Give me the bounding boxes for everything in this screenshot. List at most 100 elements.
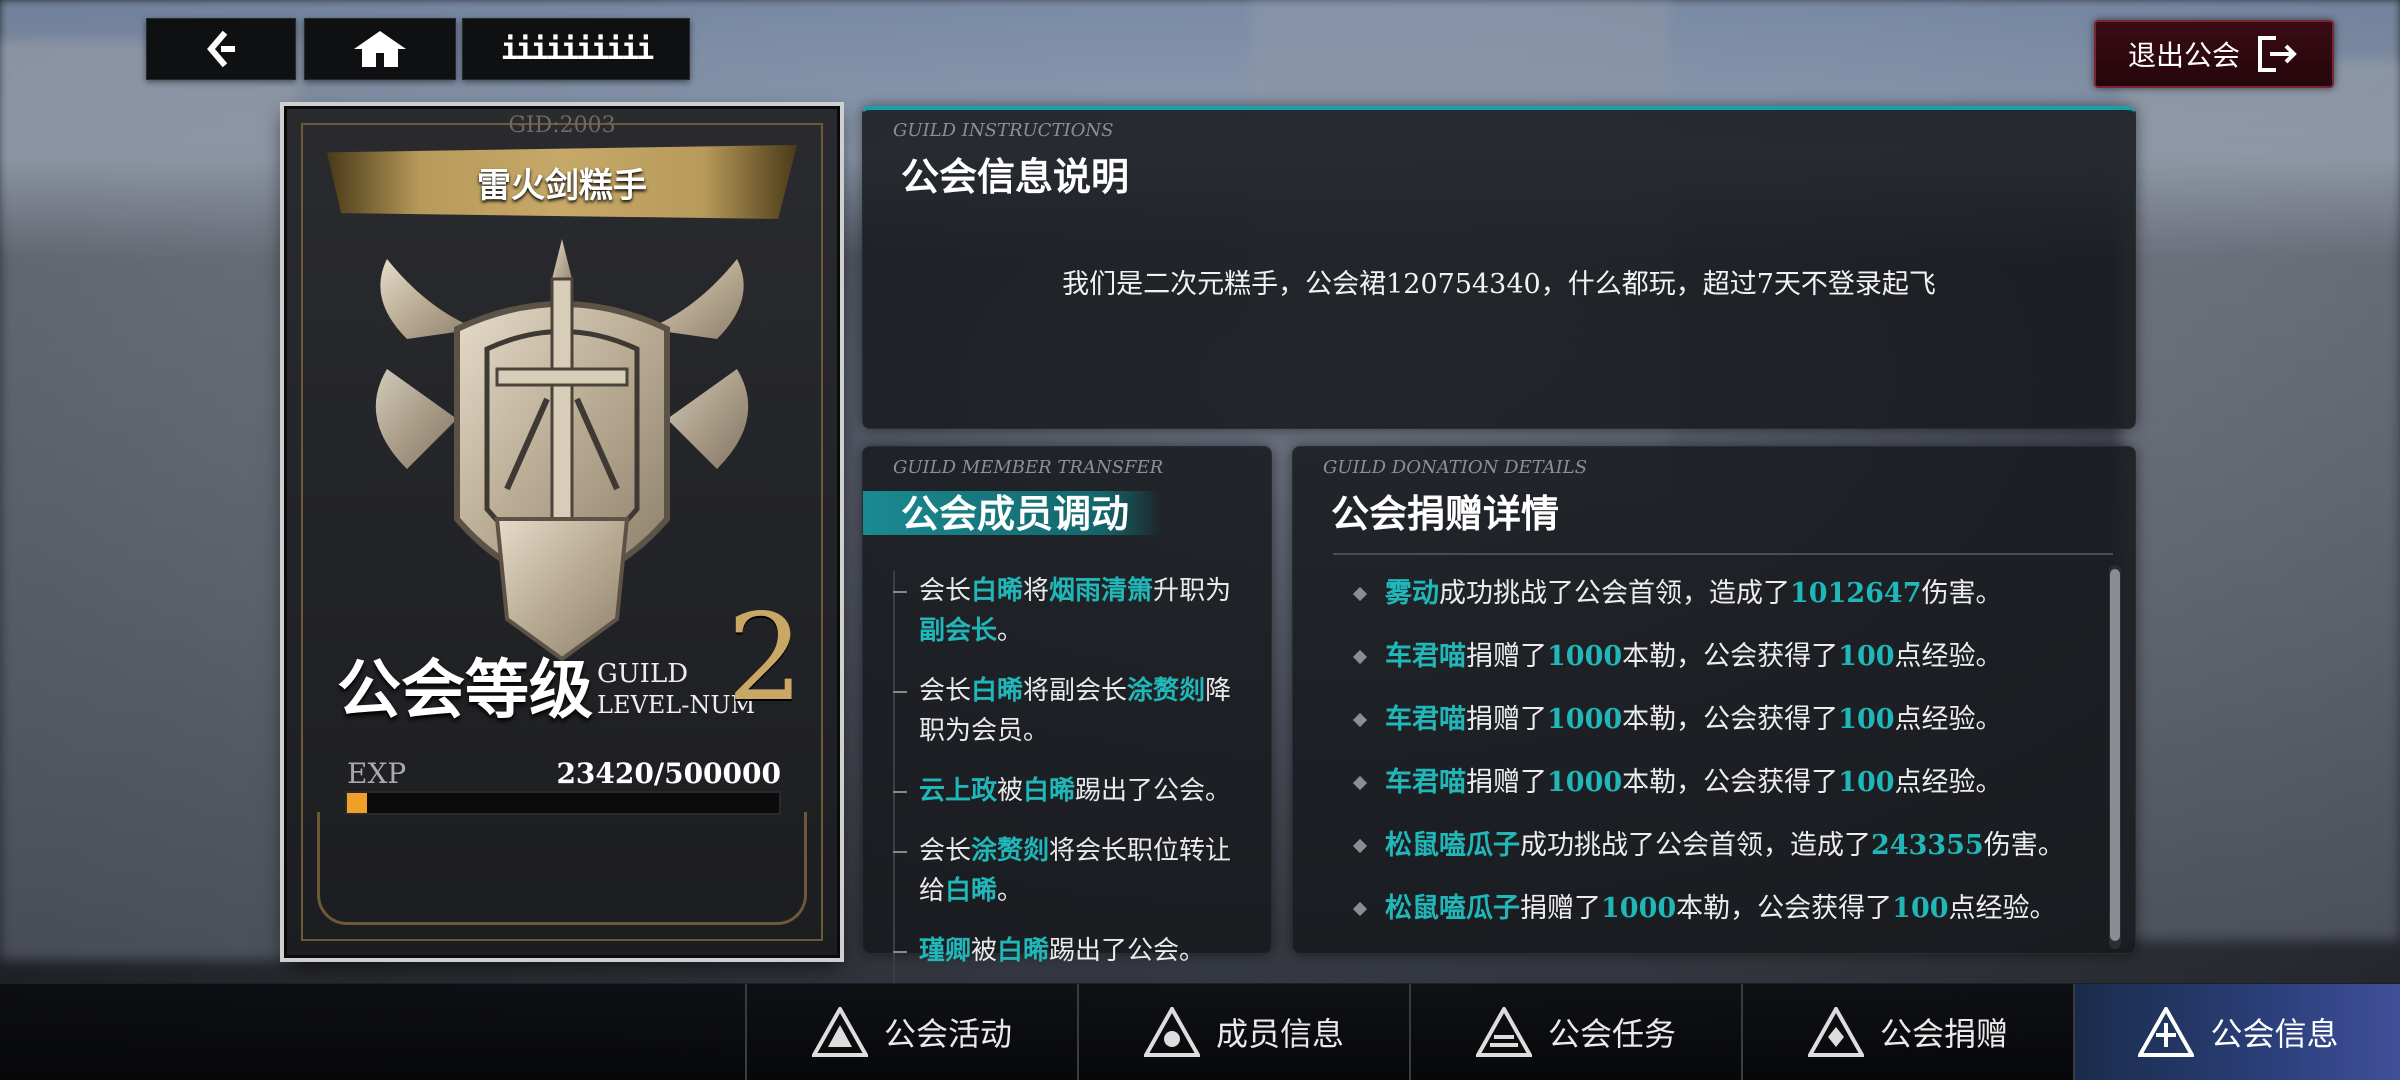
log-text: 捐赠了 [1466,641,1547,672]
highlight-text: 车君喵 [1385,767,1466,798]
level-label-en: GUILD [597,659,689,689]
member-transfer-panel: GUILD MEMBER TRANSFER 公会成员调动 会长白晞将烟雨清箫升职… [862,446,1272,991]
tab-guild-donation[interactable]: 公会捐赠 [1741,984,2073,1080]
exp-progress-fill [347,793,368,813]
log-text: 会长 [919,836,972,866]
highlight-text: 100 [1838,704,1895,735]
highlight-text: 1012647 [1790,578,1922,609]
transfer-log-item: 云上政被白晞踢出了公会。 [893,771,1255,811]
log-text: 会长 [919,576,972,606]
highlight-text: 白晞 [997,936,1050,966]
highlight-text: 松鼠嗑瓜子 [1385,893,1520,924]
instructions-text: 我们是二次元糕手，公会裙120754340，什么都玩，超过7天不登录起飞 [1062,269,1936,300]
tab-label: 公会任务 [1547,1015,1676,1053]
guild-donation-icon [1807,1007,1864,1057]
tab-guild-task[interactable]: 公会任务 [1409,984,1741,1080]
transfer-log-item: 会长白晞将副会长涂赘剡降职为会员。 [893,671,1255,751]
log-text: 伤害。 [1921,578,2003,609]
donation-log-item: 雾动成功挑战了公会首领，造成了1012647伤害。 [1353,573,2093,636]
guild-activity-icon [811,1007,868,1057]
log-text: 踢出了公会。 [1075,776,1232,806]
guild-level: 公会等级 GUILD LEVEL-NUM 2 [337,599,803,759]
card-bottom-ornament [317,812,807,925]
donation-list[interactable]: 雾动成功挑战了公会首领，造成了1012647伤害。 车君喵捐赠了1000本勒，公会… [1353,573,2093,951]
log-text: 成功挑战了公会首领，造成了 [1520,830,1871,861]
tab-guild-activity[interactable]: 公会活动 [745,984,1077,1080]
instructions-en-label: GUILD INSTRUCTIONS [893,120,1114,141]
log-text: 被 [997,776,1024,806]
log-text: 点经验。 [1894,767,2003,798]
log-text: 升职为 [1153,576,1232,606]
log-text: 本勒，公会获得了 [1676,893,1893,924]
level-label-cn: 公会等级 [337,653,593,728]
log-text: 点经验。 [1894,704,2003,735]
highlight-text: 白晞 [1023,776,1076,806]
home-icon [354,31,406,67]
donation-title: 公会捐赠详情 [1331,492,1560,536]
highlight-text: 涂赘剡 [1127,676,1206,706]
highlight-text: 白晞 [945,876,998,906]
highlight-text: 1000 [1547,767,1623,798]
exit-door-icon [2258,36,2297,72]
log-text: 点经验。 [1894,641,2003,672]
guild-card: GID:2003 雷火剑糕手 公会等级 GUILD LEVEL-NUM 2 EX… [284,106,840,958]
guild-name-banner: 雷火剑糕手 [327,145,797,219]
tab-label: 公会活动 [883,1015,1012,1053]
bottom-nav: 公会活动 成员信息 公会任务 公会捐赠 公会信息 [0,983,2400,1080]
highlight-text: 车君喵 [1385,641,1466,672]
tab-label: 成员信息 [1215,1015,1344,1053]
instructions-title: 公会信息说明 [901,155,1130,199]
log-text: 被 [971,936,998,966]
transfer-log-item: 瑾卿被白晞踢出了公会。 [893,931,1255,971]
donation-scroll-thumb[interactable] [2110,569,2120,941]
highlight-text: 云上政 [919,776,998,806]
donation-divider [1333,553,2113,555]
donation-log-item: 松鼠嗑瓜子捐赠了1000本勒，公会获得了100点经验。 [1353,888,2093,951]
highlight-text: 1000 [1601,893,1677,924]
exit-guild-button[interactable]: 退出公会 [2094,20,2334,88]
transfer-log-item: 会长白晞将烟雨清箫升职为副会长。 [893,571,1255,651]
back-arrow-icon [207,30,235,68]
highlight-text: 白晞 [971,676,1024,706]
donation-log-item: 松鼠嗑瓜子成功挑战了公会首领，造成了243355伤害。 [1353,825,2093,888]
highlight-text: 涂赘剡 [971,836,1050,866]
highlight-text: 100 [1838,767,1895,798]
log-text: 。 [997,616,1024,646]
home-button[interactable] [304,18,456,80]
tab-member-info[interactable]: 成员信息 [1077,984,1409,1080]
log-text: 伤害。 [1983,830,2065,861]
member-info-icon [1143,1007,1200,1057]
back-button[interactable] [146,18,296,80]
log-text: 。 [997,876,1024,906]
tab-label: 公会信息 [2210,1015,2339,1053]
log-text: 本勒，公会获得了 [1622,641,1839,672]
log-text: 本勒，公会获得了 [1622,704,1839,735]
donation-scrollbar[interactable] [2109,565,2121,949]
tab-guild-info[interactable]: 公会信息 [2073,984,2400,1080]
highlight-text: 白晞 [971,576,1024,606]
exp-value: 23420/500000 [556,757,781,790]
background-building-left [0,40,300,960]
highlight-text: 车君喵 [1385,704,1466,735]
log-text: 踢出了公会。 [1049,936,1206,966]
highlight-text: 243355 [1871,830,1984,861]
menu-button[interactable]: iiiiiiiiii [462,18,690,80]
log-text: 捐赠了 [1466,767,1547,798]
guild-name: 雷火剑糕手 [477,165,647,206]
highlight-text: 松鼠嗑瓜子 [1385,830,1520,861]
guild-info-icon [2138,1007,2195,1057]
log-text: 将副会长 [1023,676,1128,706]
transfer-title: 公会成员调动 [901,492,1130,536]
tab-label: 公会捐赠 [1879,1015,2008,1053]
background-building-right [2120,60,2400,940]
highlight-text: 1000 [1547,641,1623,672]
guild-id: GID:2003 [508,113,616,138]
highlight-text: 100 [1838,641,1895,672]
transfer-list[interactable]: 会长白晞将烟雨清箫升职为副会长。 会长白晞将副会长涂赘剡降职为会员。 云上政被白晞踢… [893,571,1255,991]
log-text: 本勒，公会获得了 [1622,767,1839,798]
donation-log-item: 车君喵捐赠了1000本勒，公会获得了100点经验。 [1353,699,2093,762]
highlight-text: 副会长 [919,616,998,646]
guild-instructions-panel: GUILD INSTRUCTIONS 公会信息说明 我们是二次元糕手，公会裙12… [862,106,2136,429]
log-text: 会长 [919,676,972,706]
transfer-log-item: 会长涂赘剡将会长职位转让给白晞。 [893,831,1255,911]
